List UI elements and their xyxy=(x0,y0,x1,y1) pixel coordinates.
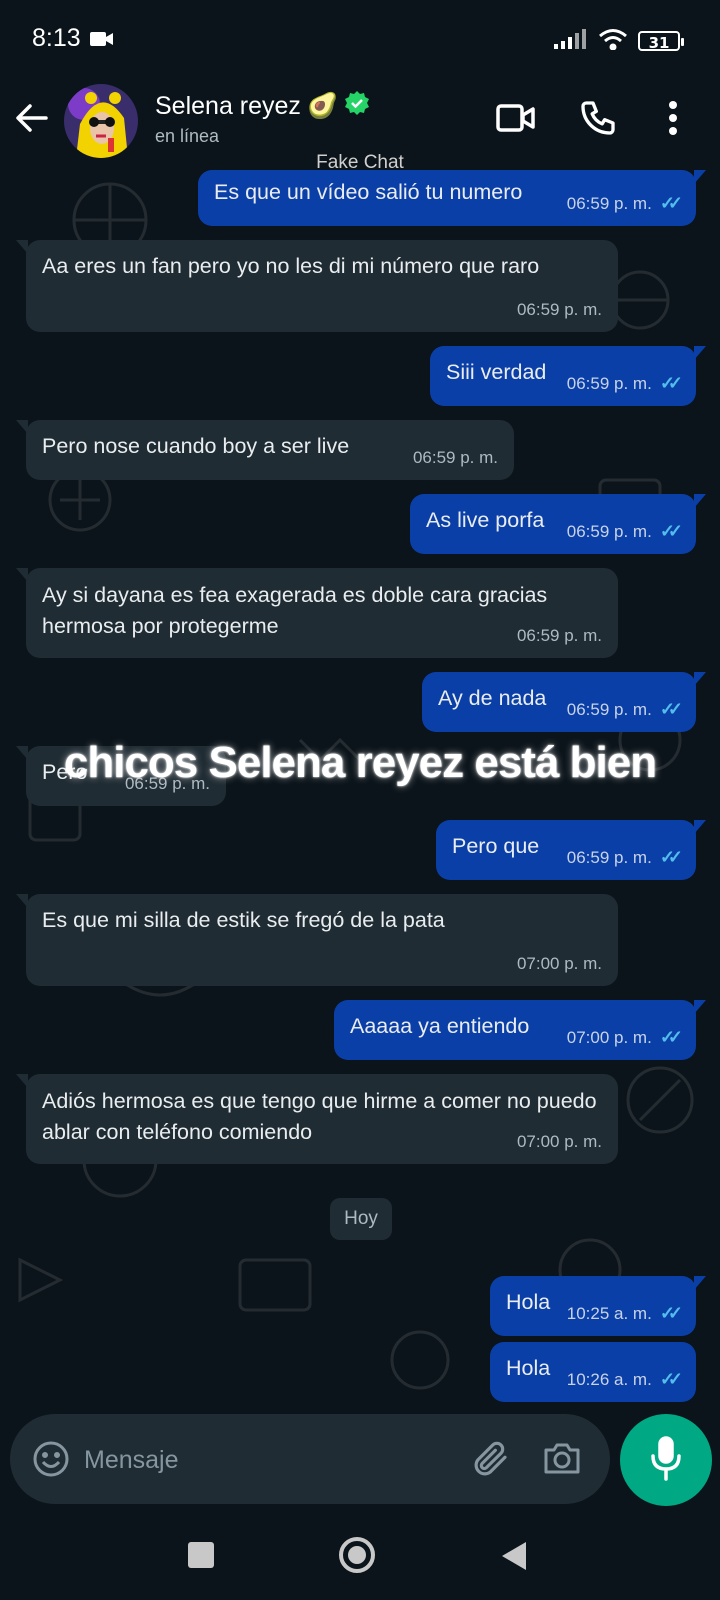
message-bubble-outgoing[interactable]: Hola 10:25 a. m. ✓✓ xyxy=(490,1276,706,1336)
verified-badge-icon xyxy=(344,90,370,123)
read-ticks-icon: ✓✓ xyxy=(659,521,683,541)
message-text: Es que un vídeo salió tu numero xyxy=(214,180,523,204)
message-time: 10:26 a. m. xyxy=(566,1369,652,1389)
message-text: Es que mi silla de estik se fregó de la … xyxy=(42,908,445,932)
message-text: Pero que xyxy=(452,834,540,858)
message-text: Hola xyxy=(506,1356,551,1380)
message-time: 07:00 p. m. xyxy=(566,1027,652,1047)
read-ticks-icon: ✓✓ xyxy=(659,1369,683,1389)
message-text: Aa eres un fan pero yo no les di mi núme… xyxy=(42,254,540,278)
message-time: 06:59 p. m. xyxy=(516,300,602,319)
message-bubble-outgoing[interactable]: Aaaaa ya entiendo 07:00 p. m. ✓✓ xyxy=(334,1000,706,1060)
avatar[interactable] xyxy=(64,84,138,158)
back-arrow-icon[interactable] xyxy=(14,100,50,140)
read-ticks-icon: ✓✓ xyxy=(659,847,683,867)
avocado-emoji: 🥑 xyxy=(306,92,339,120)
message-time: 10:25 a. m. xyxy=(566,1303,652,1323)
read-ticks-icon: ✓✓ xyxy=(659,699,683,719)
overlay-caption: chicos Selena reyez está bien xyxy=(63,738,657,787)
attach-clip-icon[interactable] xyxy=(470,1438,512,1484)
message-text: Aaaaa ya entiendo xyxy=(350,1014,530,1038)
message-time: 07:00 p. m. xyxy=(516,1132,602,1151)
status-bar: 8:13 31 xyxy=(0,0,720,80)
video-call-icon[interactable] xyxy=(496,102,536,138)
message-text: As live porfa xyxy=(426,508,545,532)
battery-icon: 31 xyxy=(638,31,684,52)
contact-name[interactable]: Selena reyez 🥑 xyxy=(155,90,370,123)
contact-status: en línea xyxy=(155,126,220,146)
status-time: 8:13 xyxy=(32,24,81,52)
message-bubble-outgoing[interactable]: Siii verdad 06:59 p. m. ✓✓ xyxy=(430,346,706,406)
message-time: 06:59 p. m. xyxy=(566,373,652,393)
emoji-icon[interactable] xyxy=(32,1440,70,1482)
message-input[interactable] xyxy=(82,1438,446,1482)
camera-record-icon xyxy=(90,31,114,51)
day-separator: Hoy xyxy=(330,1198,392,1240)
contact-name-text: Selena reyez xyxy=(155,92,301,120)
phone-call-icon[interactable] xyxy=(578,98,618,142)
message-bubble-incoming[interactable]: Aa eres un fan pero yo no les di mi núme… xyxy=(16,240,618,332)
message-bubble-incoming[interactable]: Pero nose cuando boy a ser live 06:59 p.… xyxy=(16,420,514,480)
read-ticks-icon: ✓✓ xyxy=(659,1303,683,1323)
more-options-icon[interactable] xyxy=(668,100,678,140)
message-bubble-incoming[interactable]: Ay si dayana es fea exagerada es doble c… xyxy=(16,568,618,658)
read-ticks-icon: ✓✓ xyxy=(659,1027,683,1047)
message-meta: 10:26 a. m. ✓✓ xyxy=(566,1369,683,1390)
message-meta: 10:25 a. m. ✓✓ xyxy=(566,1303,683,1324)
camera-icon[interactable] xyxy=(542,1440,582,1480)
mic-icon xyxy=(651,1436,681,1481)
message-meta: 06:59 p. m. ✓✓ xyxy=(566,193,683,214)
message-bubble-incoming[interactable]: Adiós hermosa es que tengo que hirme a c… xyxy=(16,1074,618,1164)
message-meta: 06:59 p. m. ✓✓ xyxy=(566,699,683,720)
message-meta: 06:59 p. m. ✓✓ xyxy=(566,521,683,542)
wifi-icon xyxy=(598,28,628,54)
read-ticks-icon: ✓✓ xyxy=(659,193,683,213)
message-bubble-outgoing[interactable]: Es que un vídeo salió tu numero 06:59 p.… xyxy=(198,170,706,226)
nav-back-icon[interactable] xyxy=(500,1540,528,1576)
message-bubble-incoming[interactable]: Es que mi silla de estik se fregó de la … xyxy=(16,894,618,986)
message-text: Pero nose cuando boy a ser live xyxy=(42,434,350,458)
message-composer xyxy=(10,1414,610,1504)
message-bubble-outgoing[interactable]: As live porfa 06:59 p. m. ✓✓ xyxy=(410,494,706,554)
message-time: 06:59 p. m. xyxy=(566,521,652,541)
message-text: Siii verdad xyxy=(446,360,547,384)
message-time: 06:59 p. m. xyxy=(566,699,652,719)
message-meta: 06:59 p. m. ✓✓ xyxy=(566,373,683,394)
message-bubble-outgoing[interactable]: Hola 10:26 a. m. ✓✓ xyxy=(490,1342,696,1402)
message-bubble-outgoing[interactable]: Pero que 06:59 p. m. ✓✓ xyxy=(436,820,706,880)
message-meta: 06:59 p. m. ✓✓ xyxy=(566,847,683,868)
message-time: 06:59 p. m. xyxy=(412,448,498,467)
message-time: 07:00 p. m. xyxy=(516,954,602,973)
recents-button[interactable] xyxy=(188,1542,214,1568)
message-text: Hola xyxy=(506,1290,551,1314)
message-time: 06:59 p. m. xyxy=(516,626,602,645)
signal-icon xyxy=(554,29,588,53)
android-nav-bar xyxy=(0,1510,720,1600)
mic-button[interactable] xyxy=(620,1414,712,1506)
message-time: 06:59 p. m. xyxy=(566,847,652,867)
home-button[interactable] xyxy=(338,1536,376,1578)
message-meta: 07:00 p. m. ✓✓ xyxy=(566,1027,683,1048)
message-text: Ay de nada xyxy=(438,686,547,710)
message-time: 06:59 p. m. xyxy=(566,193,652,213)
read-ticks-icon: ✓✓ xyxy=(659,373,683,393)
message-bubble-outgoing[interactable]: Ay de nada 06:59 p. m. ✓✓ xyxy=(422,672,706,732)
